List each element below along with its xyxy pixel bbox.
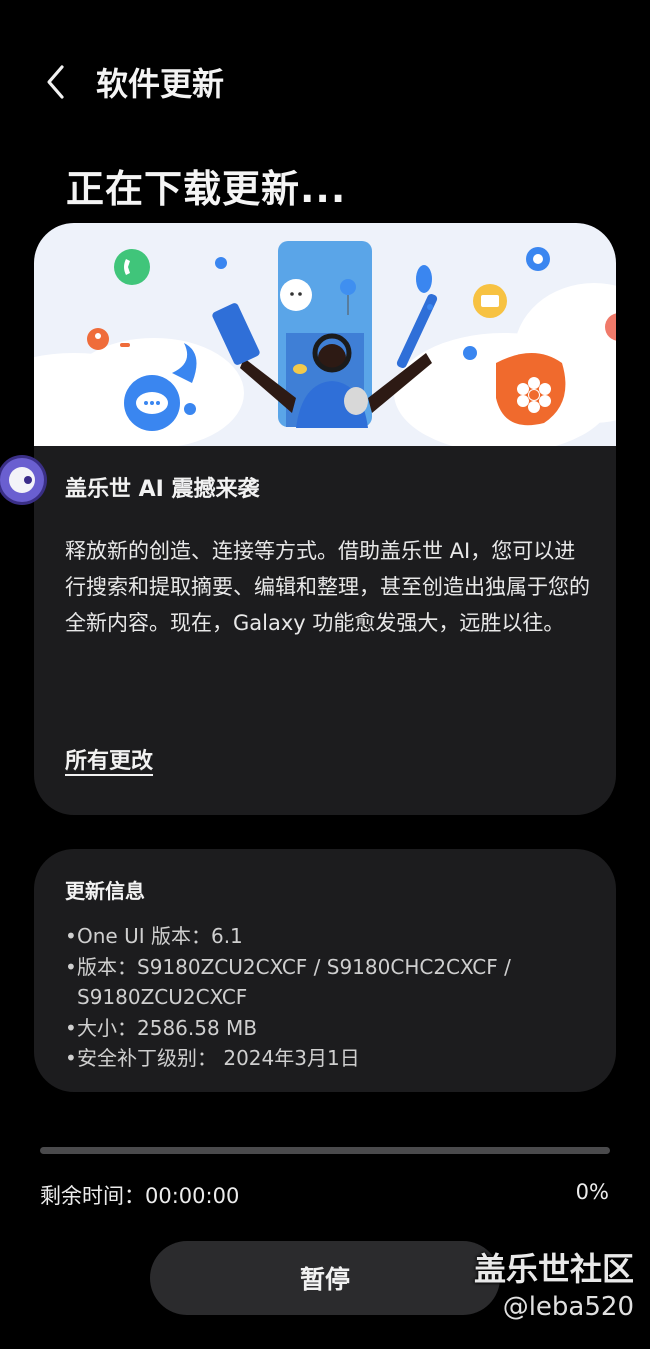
- app-header: 软件更新: [36, 52, 224, 112]
- feature-title: 盖乐世 AI 震撼来袭: [65, 477, 260, 502]
- header-title: 软件更新: [96, 65, 225, 103]
- list-item: • 大小：2586.58 MB: [65, 1015, 258, 1040]
- update-info-card: 更新信息 • One UI 版本：6.1 • 版本：S9180ZCU2CXCF / …: [34, 849, 616, 1092]
- feature-card: 盖乐世 AI 震撼来袭 释放新的创造、连接等方式。借助盖乐世 AI，您可以进行搜…: [34, 223, 616, 815]
- feature-banner-illustration: [34, 223, 616, 473]
- list-item: • One UI 版本：6.1: [65, 924, 243, 948]
- update-info-title: 更新信息: [65, 879, 145, 903]
- list-item: • 版本：S9180ZCU2CXCF / S9180CHC2CXCF / S918…: [65, 954, 511, 1010]
- chevron-left-icon: [47, 65, 64, 99]
- remaining-time: 剩余时间：00:00:00: [40, 1184, 240, 1208]
- feature-description: 释放新的创造、连接等方式。借助盖乐世 AI，您可以进行搜索和提取摘要、编辑和整理…: [65, 539, 590, 635]
- floating-assistant-button[interactable]: [0, 458, 44, 502]
- download-percent: 0%: [575, 1180, 609, 1204]
- assistant-icon: [9, 467, 35, 493]
- update-info-list: • One UI 版本：6.1 • 版本：S9180ZCU2CXCF / S9180…: [65, 921, 585, 1074]
- download-progress-bar: [40, 1147, 610, 1154]
- list-item: • 安全补丁级别： 2024年3月1日: [65, 1046, 360, 1070]
- page-title: 正在下载更新...: [66, 167, 347, 211]
- all-changes-link[interactable]: 所有更改: [65, 743, 153, 775]
- watermark-handle: @leba520: [502, 1292, 634, 1322]
- back-button[interactable]: [36, 54, 76, 110]
- pause-button[interactable]: 暂停: [150, 1241, 500, 1315]
- watermark-site-name: 盖乐世社区: [473, 1250, 634, 1288]
